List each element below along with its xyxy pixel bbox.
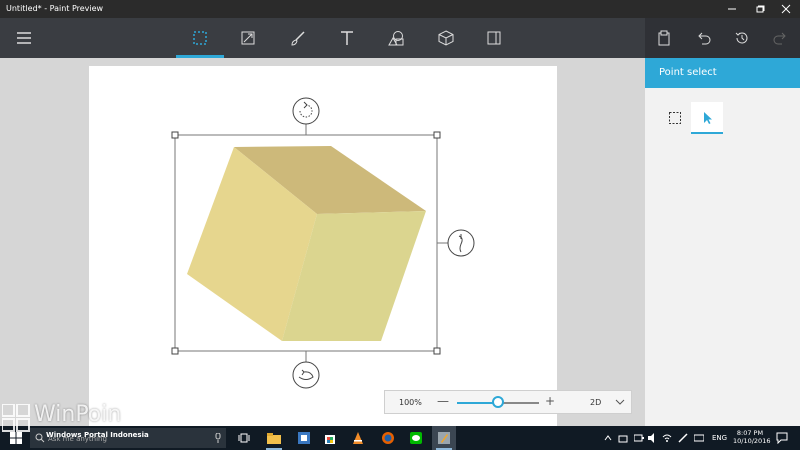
history-button[interactable]: [723, 18, 761, 58]
zoom-slider-thumb[interactable]: [492, 396, 504, 408]
folder-icon: [267, 432, 281, 444]
zoom-percent: 100%: [399, 398, 422, 407]
close-button[interactable]: [772, 0, 800, 18]
microphone-icon: [215, 433, 221, 443]
vlc-button[interactable]: [346, 426, 370, 450]
shapes-icon: [388, 31, 404, 46]
text-icon: [341, 31, 353, 45]
brush-icon: [291, 31, 305, 46]
undo-button[interactable]: [685, 18, 723, 58]
maximize-button[interactable]: [746, 0, 774, 18]
selection-handle: [433, 347, 441, 355]
firefox-icon: [382, 432, 394, 444]
zoom-slider[interactable]: [457, 396, 539, 408]
file-explorer-button[interactable]: [262, 426, 286, 450]
chevron-up-icon[interactable]: [604, 434, 612, 442]
edge-button[interactable]: [292, 426, 316, 450]
minimize-icon: [728, 8, 736, 10]
selection-handle: [171, 131, 179, 139]
vlc-icon: [353, 432, 363, 444]
view-mode-label[interactable]: 2D: [590, 398, 601, 407]
paint-app-icon: [438, 432, 450, 444]
browser-icon: [298, 432, 310, 444]
shapes-tool-button[interactable]: [372, 18, 420, 58]
menu-button[interactable]: [0, 18, 48, 58]
winpoin-logo-icon: [2, 404, 30, 432]
wifi-icon[interactable]: [662, 433, 672, 443]
text-tool-button[interactable]: [323, 18, 371, 58]
chevron-down-icon[interactable]: [615, 397, 625, 407]
volume-icon[interactable]: [648, 433, 658, 443]
title-bar: Untitled* - Paint Preview: [0, 0, 800, 18]
battery-icon[interactable]: [634, 433, 644, 443]
line-button[interactable]: [404, 426, 428, 450]
canvas-scene: [171, 97, 475, 389]
watermark: WinPoin Windows Portal Indonesia: [0, 400, 160, 444]
select-tool-button[interactable]: [176, 18, 224, 58]
selection-handle: [171, 347, 179, 355]
notification-icon[interactable]: [776, 432, 788, 444]
zoom-in-button[interactable]: +: [545, 394, 555, 408]
clock-time: 8:07 PM: [736, 429, 764, 437]
clock[interactable]: 8:07 PM 10/10/2016: [733, 429, 771, 445]
history-icon: [735, 32, 748, 44]
selection-handle: [433, 131, 441, 139]
redo-icon: [773, 32, 786, 45]
paint-preview-button[interactable]: [432, 426, 456, 450]
resize-icon: [241, 31, 255, 45]
firefox-button[interactable]: [376, 426, 400, 450]
chat-icon: [410, 432, 422, 444]
store-icon: [325, 435, 335, 444]
clock-date: 10/10/2016: [733, 437, 771, 445]
3d-cube-icon: [438, 30, 454, 46]
drawing-canvas[interactable]: [89, 66, 557, 434]
rotate-z-handle-icon[interactable]: [292, 97, 320, 125]
workspace: [0, 58, 645, 434]
toolbar-actions: [645, 18, 800, 58]
watermark-tagline: Windows Portal Indonesia: [46, 431, 149, 439]
store-button[interactable]: [318, 426, 342, 450]
brush-tool-button[interactable]: [274, 18, 322, 58]
right-panel: Point select: [645, 58, 800, 426]
point-select-button[interactable]: [691, 102, 723, 134]
keyboard-icon[interactable]: [694, 433, 704, 443]
restore-icon: [756, 5, 765, 13]
undo-icon: [698, 32, 711, 45]
close-icon: [781, 4, 791, 14]
point-select-icon: [704, 112, 712, 124]
canvas-icon: [487, 31, 501, 45]
zoom-out-button[interactable]: —: [437, 394, 449, 408]
zoom-bar: 100% — + 2D: [384, 390, 632, 414]
redo-button[interactable]: [761, 18, 799, 58]
rotate-y-handle-icon[interactable]: [447, 229, 475, 257]
language-indicator[interactable]: ENG: [712, 434, 727, 442]
resize-tool-button[interactable]: [224, 18, 272, 58]
watermark-name: WinPoin: [34, 402, 122, 427]
paste-button[interactable]: [645, 18, 683, 58]
task-view-icon: [238, 433, 250, 443]
3d-tool-button[interactable]: [422, 18, 470, 58]
select-icon: [193, 31, 207, 45]
canvas-tool-button[interactable]: [470, 18, 518, 58]
minimize-button[interactable]: [718, 0, 746, 18]
window-title: Untitled* - Paint Preview: [6, 4, 104, 13]
toolbar: [0, 18, 800, 58]
rect-select-icon: [669, 112, 681, 124]
menu-icon: [17, 32, 31, 44]
panel-title: Point select: [645, 58, 800, 88]
paste-icon: [658, 30, 670, 46]
rotate-x-handle-icon[interactable]: [292, 361, 320, 389]
pen-icon[interactable]: [678, 433, 688, 443]
task-view-button[interactable]: [232, 426, 256, 450]
network-icon[interactable]: [618, 433, 628, 443]
rect-select-button[interactable]: [659, 102, 691, 134]
